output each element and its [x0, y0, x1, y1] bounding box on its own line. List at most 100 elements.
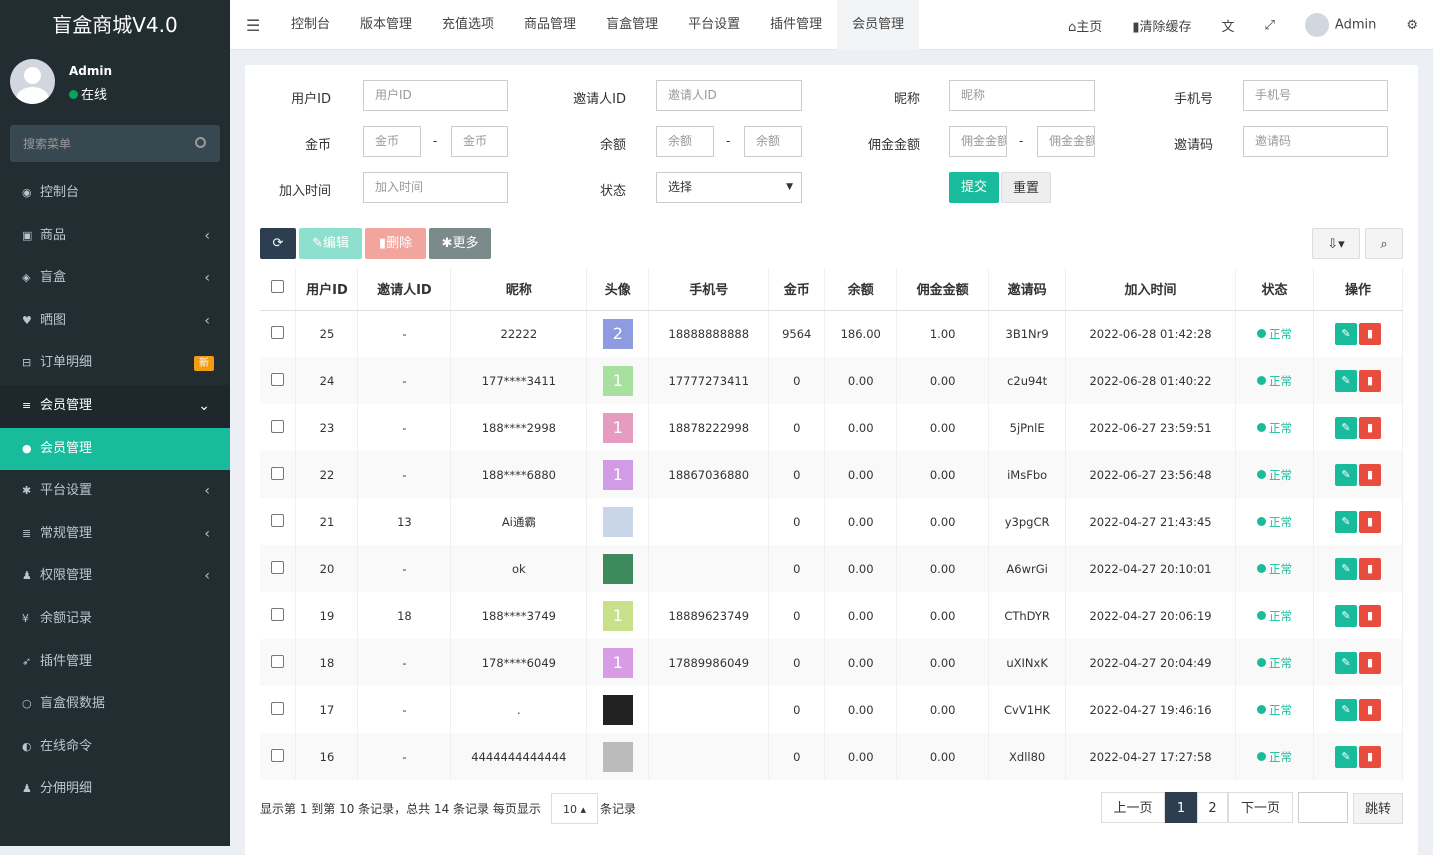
- nav-tab-1[interactable]: 版本管理: [345, 0, 427, 50]
- clear-cache-link[interactable]: ▮清除缓存: [1117, 16, 1206, 35]
- admin-menu[interactable]: Admin: [1290, 13, 1391, 37]
- edit-row-button[interactable]: ✎: [1334, 510, 1357, 533]
- delete-row-button[interactable]: ▮: [1358, 604, 1381, 627]
- menu-toggle-icon[interactable]: ☰: [246, 16, 260, 35]
- edit-row-button[interactable]: ✎: [1334, 745, 1357, 768]
- fullscreen-icon[interactable]: ⤢: [1250, 18, 1290, 33]
- search-icon[interactable]: [195, 137, 206, 148]
- sidebar-item-4[interactable]: ⊟ 订单明细 新: [0, 342, 230, 385]
- avatar[interactable]: 1: [602, 459, 633, 490]
- phone-input[interactable]: 手机号: [1243, 80, 1388, 111]
- sidebar-item-0[interactable]: ◉ 控制台: [0, 172, 230, 215]
- sidebar-item-10[interactable]: ¥ 余额记录: [0, 598, 230, 641]
- sidebar-item-1[interactable]: ▣ 商品 ‹: [0, 215, 230, 258]
- row-checkbox[interactable]: [260, 592, 297, 639]
- sidebar-item-12[interactable]: ○ 盲盒假数据: [0, 683, 230, 726]
- settings-icon[interactable]: ⚙: [1391, 18, 1433, 33]
- table-row[interactable]: 20- ok 0 0.00 0.00 A6wrGi 2022-04-27 20:10:01 正…: [260, 545, 1404, 592]
- column-header-1[interactable]: 邀请人ID: [357, 268, 452, 311]
- commission-max-input[interactable]: 佣金金额: [1037, 126, 1095, 157]
- table-row[interactable]: 24-177****3411 1 17777273411 0 0.00 0.00 c2u94…: [260, 357, 1404, 404]
- table-row[interactable]: 23-188****2998 1 18878222998 0 0.00 0.00 5jPnl…: [260, 404, 1404, 451]
- commission-min-input[interactable]: 佣金金额: [949, 126, 1007, 157]
- nav-tab-3[interactable]: 商品管理: [509, 0, 591, 50]
- row-checkbox[interactable]: [260, 310, 297, 357]
- export-button[interactable]: ⇩▾: [1312, 228, 1360, 259]
- page-1-button[interactable]: 1: [1165, 792, 1197, 823]
- row-checkbox[interactable]: [260, 733, 297, 780]
- sidebar-item-11[interactable]: ➶ 插件管理: [0, 641, 230, 684]
- edit-row-button[interactable]: ✎: [1334, 322, 1357, 345]
- coins-min-input[interactable]: 金币: [363, 126, 421, 157]
- inviter-id-input[interactable]: 邀请人ID: [656, 80, 802, 111]
- nav-tab-2[interactable]: 充值选项: [427, 0, 509, 50]
- column-header-7[interactable]: 佣金金额: [896, 268, 990, 311]
- table-row[interactable]: 19 18 188****3749 1 18889623749 0 0.00 0.00 CThD…: [260, 592, 1404, 639]
- sidebar-item-8[interactable]: ≣ 常规管理 ‹: [0, 513, 230, 556]
- avatar[interactable]: [602, 694, 633, 725]
- edit-row-button[interactable]: ✎: [1334, 369, 1357, 392]
- column-header-9[interactable]: 加入时间: [1065, 268, 1237, 311]
- next-page-button[interactable]: 下一页: [1228, 792, 1293, 823]
- sidebar-item-9[interactable]: ♟ 权限管理 ‹: [0, 555, 230, 598]
- sidebar-item-13[interactable]: ◐ 在线命令: [0, 726, 230, 769]
- avatar[interactable]: [602, 741, 633, 772]
- nickname-input[interactable]: 昵称: [949, 80, 1095, 111]
- prev-page-button[interactable]: 上一页: [1101, 792, 1165, 823]
- row-checkbox[interactable]: [260, 451, 297, 498]
- edit-row-button[interactable]: ✎: [1334, 416, 1357, 439]
- reset-button[interactable]: 重置: [1001, 172, 1051, 203]
- delete-row-button[interactable]: ▮: [1358, 698, 1381, 721]
- user-id-input[interactable]: 用户ID: [363, 80, 508, 111]
- row-checkbox[interactable]: [260, 357, 297, 404]
- column-header-8[interactable]: 邀请码: [988, 268, 1067, 311]
- table-search-button[interactable]: ⌕: [1365, 228, 1403, 259]
- refresh-button[interactable]: ⟳: [260, 228, 296, 259]
- select-all-checkbox[interactable]: [260, 268, 297, 311]
- avatar[interactable]: 1: [602, 412, 633, 443]
- table-row[interactable]: 16-4444444444444 0 0.00 0.00 Xdll80 2022-04-2…: [260, 733, 1404, 780]
- avatar[interactable]: 1: [602, 600, 633, 631]
- table-row[interactable]: 22-188****6880 1 18867036880 0 0.00 0.00 iMsFb…: [260, 451, 1404, 498]
- edit-row-button[interactable]: ✎: [1334, 604, 1357, 627]
- avatar[interactable]: [602, 506, 633, 537]
- edit-row-button[interactable]: ✎: [1334, 651, 1357, 674]
- edit-row-button[interactable]: ✎: [1334, 698, 1357, 721]
- row-checkbox[interactable]: [260, 498, 297, 545]
- sidebar-item-2[interactable]: ◈ 盲盒 ‹: [0, 257, 230, 300]
- sidebar-item-7[interactable]: ✱ 平台设置 ‹: [0, 470, 230, 513]
- edit-row-button[interactable]: ✎: [1334, 557, 1357, 580]
- column-header-0[interactable]: 用户ID: [295, 268, 359, 311]
- submit-button[interactable]: 提交: [949, 172, 999, 203]
- table-row[interactable]: 17-. 0 0.00 0.00 CvV1HK 2022-04-27 19:46:16 正常…: [260, 686, 1404, 733]
- avatar[interactable]: 1: [602, 365, 633, 396]
- delete-row-button[interactable]: ▮: [1358, 463, 1381, 486]
- edit-row-button[interactable]: ✎: [1334, 463, 1357, 486]
- edit-button[interactable]: ✎编辑: [299, 228, 362, 259]
- avatar[interactable]: 2: [602, 318, 633, 349]
- page-size-select[interactable]: 10 ▴: [551, 793, 598, 824]
- delete-row-button[interactable]: ▮: [1358, 557, 1381, 580]
- delete-row-button[interactable]: ▮: [1358, 510, 1381, 533]
- nav-tab-5[interactable]: 平台设置: [673, 0, 755, 50]
- nav-tab-0[interactable]: 控制台: [276, 0, 345, 50]
- home-link[interactable]: ⌂主页: [1053, 16, 1117, 35]
- balance-max-input[interactable]: 余额: [744, 126, 802, 157]
- column-header-11[interactable]: 操作: [1313, 268, 1404, 311]
- sidebar-item-3[interactable]: ♥ 晒图 ‹: [0, 300, 230, 343]
- avatar[interactable]: 1: [602, 647, 633, 678]
- invite-code-input[interactable]: 邀请码: [1243, 126, 1388, 157]
- column-header-6[interactable]: 余额: [824, 268, 898, 311]
- delete-button[interactable]: ▮删除: [365, 228, 426, 259]
- column-header-5[interactable]: 金币: [768, 268, 826, 311]
- table-row[interactable]: 18-178****6049 1 17889986049 0 0.00 0.00 uXINx…: [260, 639, 1404, 686]
- nav-tab-6[interactable]: 插件管理: [755, 0, 837, 50]
- delete-row-button[interactable]: ▮: [1358, 322, 1381, 345]
- table-row[interactable]: 21 13 Ai通霸 0 0.00 0.00 y3pgCR 2022-04-27 21:43:…: [260, 498, 1404, 545]
- jump-page-input[interactable]: [1298, 792, 1348, 823]
- nav-tab-7[interactable]: 会员管理: [837, 0, 920, 50]
- app-logo[interactable]: 盲盒商城V4.0: [0, 0, 230, 50]
- sidebar-item-14[interactable]: ♟ 分佣明细: [0, 768, 230, 811]
- menu-search-input[interactable]: 搜索菜单: [10, 125, 220, 162]
- translate-icon[interactable]: 文: [1206, 16, 1249, 35]
